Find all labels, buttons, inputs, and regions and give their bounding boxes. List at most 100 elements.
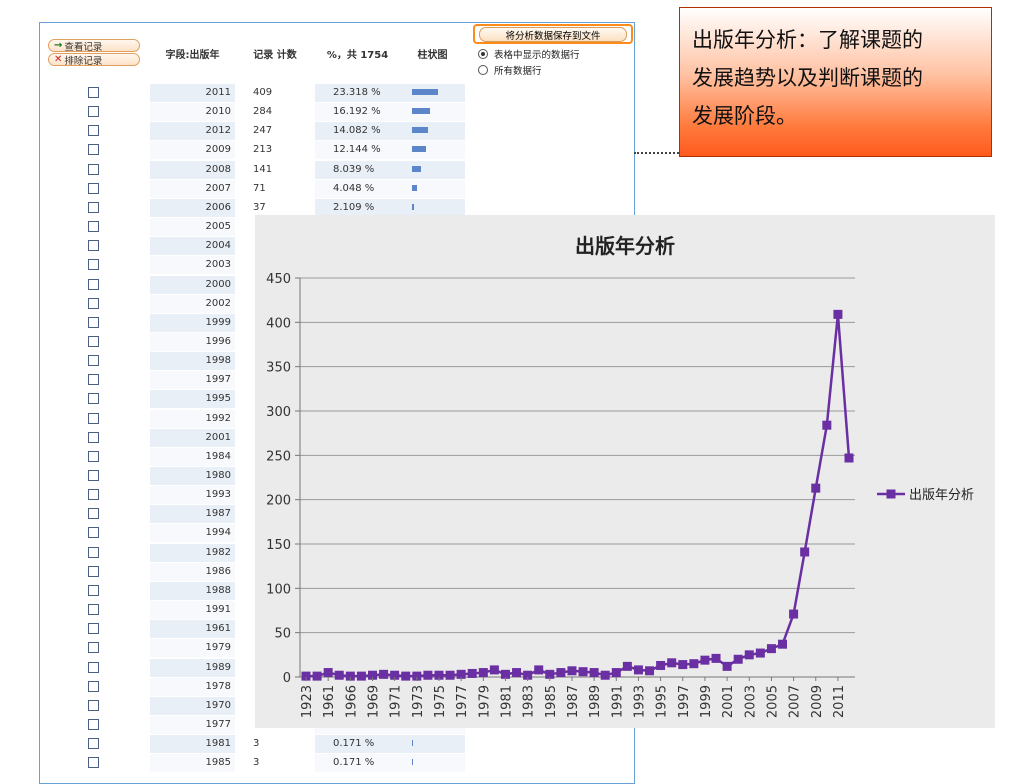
x-tick-label: 1985 (544, 685, 559, 718)
percent-cell: 8.039 % (315, 160, 400, 179)
row-checkbox[interactable] (88, 584, 99, 596)
row-checkbox[interactable] (88, 106, 99, 118)
view-records-button[interactable]: → 查看记录 (48, 39, 140, 53)
year-cell: 1986 (150, 562, 235, 581)
count-cell: 141 (253, 163, 273, 175)
callout-line: 发展趋势以及判断课题的 (692, 66, 923, 90)
row-checkbox[interactable] (88, 355, 99, 367)
legend-marker (886, 489, 896, 499)
x-tick-label: 2007 (788, 685, 803, 718)
close-icon: ✕ (54, 54, 63, 65)
row-checkbox[interactable] (88, 182, 99, 194)
year-cell: 2009 (150, 141, 235, 160)
year-cell: 1981 (150, 735, 235, 754)
bar-cell (400, 735, 465, 754)
data-point (722, 661, 732, 671)
count-cell: 247 (253, 125, 273, 137)
row-checkbox[interactable] (88, 278, 99, 290)
row-checkbox[interactable] (88, 412, 99, 424)
x-tick-label: 2009 (810, 685, 825, 718)
row-checkbox[interactable] (88, 374, 99, 386)
data-point (744, 650, 754, 660)
row-checkbox[interactable] (88, 393, 99, 405)
data-point (700, 655, 710, 665)
count-cell: 213 (253, 144, 273, 156)
row-checkbox[interactable] (88, 680, 99, 692)
radio-shown-rows[interactable]: 表格中显示的数据行 (478, 47, 580, 61)
row-checkbox[interactable] (88, 623, 99, 635)
row-checkbox[interactable] (88, 201, 99, 213)
row-bar (412, 184, 417, 191)
row-checkbox[interactable] (88, 221, 99, 233)
row-checkbox[interactable] (88, 642, 99, 654)
row-checkbox[interactable] (88, 335, 99, 347)
data-point (379, 669, 389, 679)
year-cell: 2004 (150, 237, 235, 256)
data-point (667, 658, 677, 668)
row-checkbox[interactable] (88, 565, 99, 577)
row-checkbox[interactable] (88, 259, 99, 271)
x-tick-label: 2003 (743, 685, 758, 718)
year-cell: 2006 (150, 198, 235, 217)
y-tick-label: 0 (283, 671, 291, 686)
row-checkbox[interactable] (88, 699, 99, 711)
year-cell: 2008 (150, 160, 235, 179)
row-checkbox[interactable] (88, 450, 99, 462)
year-cell: 1984 (150, 447, 235, 466)
row-checkbox[interactable] (88, 489, 99, 501)
row-checkbox[interactable] (88, 738, 99, 750)
count-cell: 284 (253, 106, 273, 118)
row-checkbox[interactable] (88, 718, 99, 730)
percent-cell: 4.048 % (315, 179, 400, 198)
x-tick-label: 1973 (411, 685, 426, 718)
bar-cell (400, 141, 465, 160)
row-checkbox[interactable] (88, 604, 99, 616)
legend-label: 出版年分析 (909, 488, 974, 503)
row-checkbox[interactable] (88, 87, 99, 98)
x-tick-label: 2001 (721, 685, 736, 718)
year-cell: 1999 (150, 313, 235, 332)
bar-cell (400, 103, 465, 122)
x-tick-label: 1993 (632, 685, 647, 718)
row-checkbox[interactable] (88, 125, 99, 137)
data-point (401, 671, 411, 681)
data-point (423, 670, 433, 680)
y-tick-label: 150 (266, 538, 291, 553)
publication-year-chart: 出版年分析 0 50 100 150 200 250 300 350 400 450 1923 1961… (255, 215, 995, 728)
row-checkbox[interactable] (88, 546, 99, 558)
y-tick-label: 200 (266, 494, 291, 509)
row-bar (412, 89, 438, 95)
data-point (766, 644, 776, 654)
x-tick-label: 1981 (499, 685, 514, 718)
row-checkbox[interactable] (88, 527, 99, 539)
data-point (512, 668, 522, 678)
row-checkbox[interactable] (88, 316, 99, 328)
row-checkbox[interactable] (88, 661, 99, 673)
year-cell: 1985 (150, 754, 235, 773)
row-checkbox[interactable] (88, 144, 99, 156)
row-checkbox[interactable] (88, 297, 99, 309)
row-checkbox[interactable] (88, 470, 99, 481)
bar-cell (400, 122, 465, 141)
exclude-records-button[interactable]: ✕ 排除记录 (48, 53, 140, 67)
year-cell: 1988 (150, 581, 235, 600)
row-checkbox[interactable] (88, 163, 99, 175)
row-checkbox[interactable] (88, 431, 99, 443)
field-column-header: 字段:出版年 (165, 49, 220, 61)
data-point (589, 668, 599, 678)
x-tick-label: 1975 (433, 685, 448, 718)
row-checkbox[interactable] (88, 240, 99, 252)
x-tick-label: 1977 (455, 685, 470, 718)
view-records-label: 查看记录 (64, 41, 103, 53)
data-point (789, 609, 799, 619)
y-tick-label: 400 (266, 316, 291, 331)
percent-cell: 16.192 % (315, 103, 400, 122)
data-point (334, 670, 344, 680)
y-tick-label: 250 (266, 449, 291, 464)
radio-all-rows[interactable]: 所有数据行 (478, 63, 542, 77)
save-analysis-button[interactable]: 将分析数据保存到文件 (473, 24, 633, 44)
x-tick-label: 1969 (366, 685, 381, 718)
count-cell: 409 (253, 87, 273, 98)
row-checkbox[interactable] (88, 757, 99, 769)
row-checkbox[interactable] (88, 508, 99, 520)
